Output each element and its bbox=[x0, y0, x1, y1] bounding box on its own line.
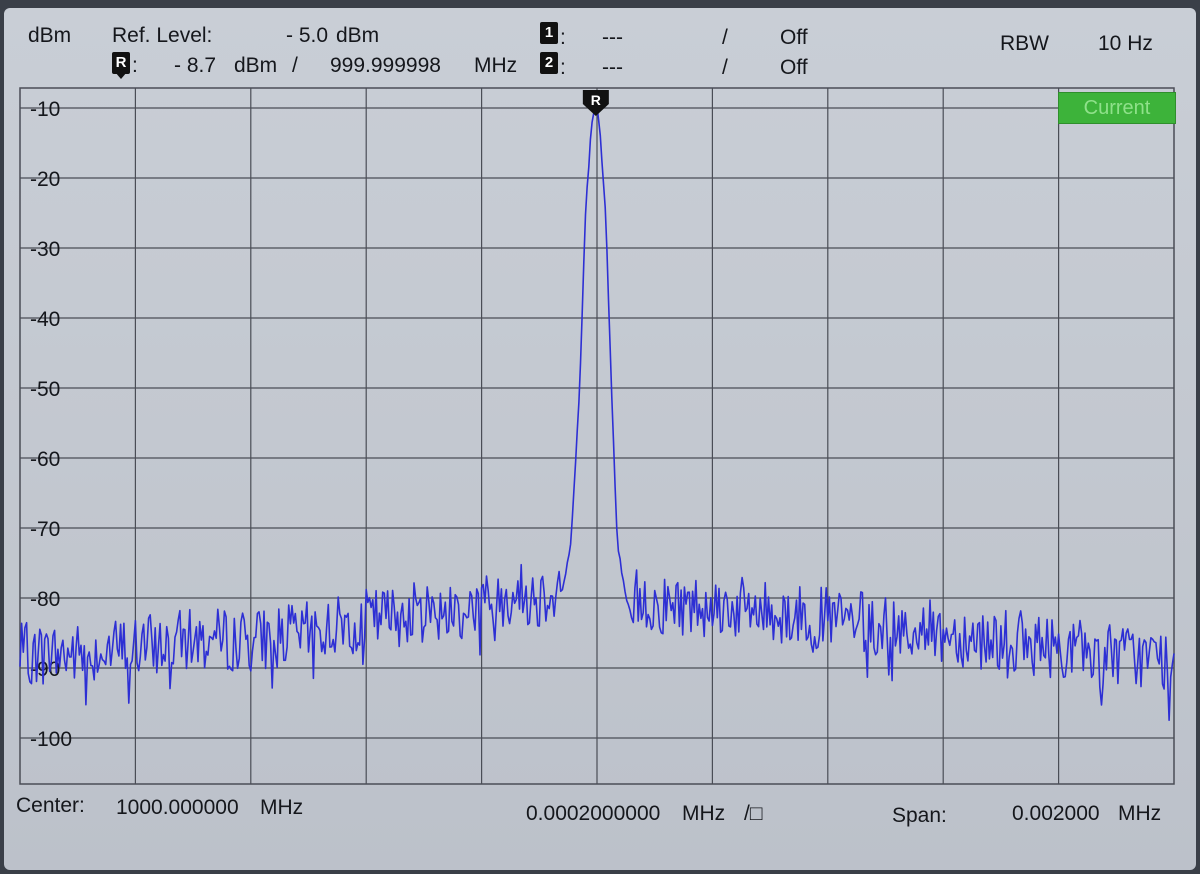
y-tick-label: -50 bbox=[30, 378, 60, 401]
unit-label: dBm bbox=[28, 24, 72, 47]
center-value: 1000.000000 bbox=[116, 796, 239, 819]
division-unit: MHz bbox=[682, 802, 726, 825]
y-tick-label: -100 bbox=[30, 728, 72, 751]
marker-2-state: Off bbox=[780, 56, 808, 79]
center-label: Center: bbox=[16, 794, 85, 817]
marker-r-frequency: 999.999998 bbox=[330, 54, 441, 77]
y-tick-label: -70 bbox=[30, 518, 60, 541]
y-tick-label: -20 bbox=[30, 168, 60, 191]
y-tick-label: -80 bbox=[30, 588, 60, 611]
ref-level-value: - 5.0 bbox=[286, 24, 329, 47]
y-tick-label: -10 bbox=[30, 98, 60, 121]
analyzer-screen: -10 -20 -30 -40 -50 -60 -70 -80 -90 -100 R dBm Ref… bbox=[4, 8, 1196, 870]
center-unit: MHz bbox=[260, 796, 304, 819]
peak-marker-label: R bbox=[591, 92, 601, 108]
marker-1-badge: 1 bbox=[540, 22, 558, 44]
division-value: 0.0002000000 bbox=[526, 802, 661, 825]
marker-2-badge: 2 bbox=[540, 52, 558, 74]
y-tick-label: -40 bbox=[30, 308, 60, 331]
marker-r-frequency-unit: MHz bbox=[474, 54, 518, 77]
marker-2-separator: / bbox=[722, 56, 728, 79]
ref-level-label: Ref. Level: bbox=[112, 24, 213, 47]
marker-1-colon: : bbox=[560, 26, 566, 49]
marker-2-colon: : bbox=[560, 56, 566, 79]
y-tick-label: -60 bbox=[30, 448, 60, 471]
marker-r-level: - 8.7 bbox=[174, 54, 217, 77]
span-label: Span: bbox=[892, 804, 947, 827]
rbw-value: 10 Hz bbox=[1098, 32, 1153, 55]
ref-level-unit: dBm bbox=[336, 24, 380, 47]
marker-r-separator: / bbox=[292, 54, 298, 77]
spectrum-plot: -10-20-30-40-50-60-70-80-90-100R bbox=[19, 87, 1175, 785]
marker-2-value: --- bbox=[602, 56, 623, 79]
division-suffix: /□ bbox=[744, 802, 763, 825]
span-value: 0.002000 bbox=[1012, 802, 1100, 825]
marker-r-level-unit: dBm bbox=[234, 54, 278, 77]
rbw-label: RBW bbox=[1000, 32, 1049, 55]
span-unit: MHz bbox=[1118, 802, 1162, 825]
marker-1-separator: / bbox=[722, 26, 728, 49]
marker-r-badge: R bbox=[112, 52, 130, 79]
y-tick-label: -30 bbox=[30, 238, 60, 261]
trace-current-badge: Current bbox=[1058, 92, 1176, 124]
marker-1-state: Off bbox=[780, 26, 808, 49]
marker-r-colon: : bbox=[132, 54, 138, 77]
marker-1-value: --- bbox=[602, 26, 623, 49]
